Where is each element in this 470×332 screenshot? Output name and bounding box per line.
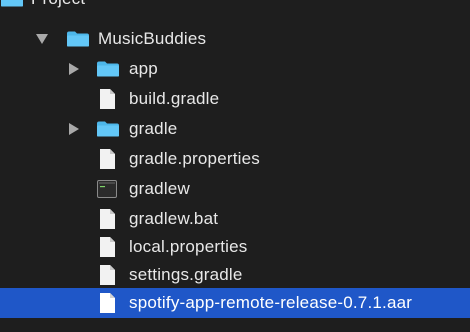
tree-item-label: gradlew: [129, 179, 190, 198]
file-icon: [100, 149, 115, 169]
chevron-right-icon[interactable]: [69, 63, 79, 75]
folder-icon: [1, 0, 23, 7]
tree-item-label: gradlew.bat: [129, 209, 219, 228]
tree-row-project[interactable]: Project: [0, 0, 470, 14]
tree-row-gradle[interactable]: gradle: [0, 114, 470, 144]
folder-icon: [97, 121, 119, 137]
tree-row-gradlew-bat[interactable]: gradlew.bat: [0, 204, 470, 234]
tree-row-local-properties[interactable]: local.properties: [0, 232, 470, 262]
tree-item-label: local.properties: [129, 237, 248, 256]
project-file-tree: Project MusicBuddies app build.gradle gr…: [0, 0, 470, 332]
tree-empty-area: [0, 318, 470, 332]
tree-row-gradlew[interactable]: gradlew: [0, 174, 470, 204]
chevron-down-icon[interactable]: [36, 34, 48, 44]
file-icon: [100, 209, 115, 229]
file-icon: [100, 89, 115, 109]
folder-icon: [67, 31, 89, 47]
tree-row-build-gradle[interactable]: build.gradle: [0, 84, 470, 114]
tree-row-app[interactable]: app: [0, 54, 470, 84]
tree-item-label: gradle: [129, 119, 178, 138]
tree-item-label: settings.gradle: [129, 265, 243, 284]
tree-item-label: spotify-app-remote-release-0.7.1.aar: [129, 293, 413, 312]
terminal-executable-icon: [97, 180, 117, 198]
file-icon: [100, 237, 115, 257]
tree-row-gradle-properties[interactable]: gradle.properties: [0, 144, 470, 174]
tree-row-musicbuddies[interactable]: MusicBuddies: [0, 24, 470, 54]
tree-item-label: app: [129, 59, 158, 78]
folder-icon: [97, 61, 119, 77]
tree-row-spotify-aar[interactable]: spotify-app-remote-release-0.7.1.aar: [0, 288, 470, 318]
file-icon: [100, 293, 115, 313]
tree-item-label: MusicBuddies: [98, 29, 207, 48]
tree-item-label: gradle.properties: [129, 149, 260, 168]
file-icon: [100, 265, 115, 285]
tree-item-label: build.gradle: [129, 89, 220, 108]
tree-item-label: Project: [31, 0, 85, 9]
tree-row-settings-gradle[interactable]: settings.gradle: [0, 260, 470, 290]
chevron-right-icon[interactable]: [69, 123, 79, 135]
